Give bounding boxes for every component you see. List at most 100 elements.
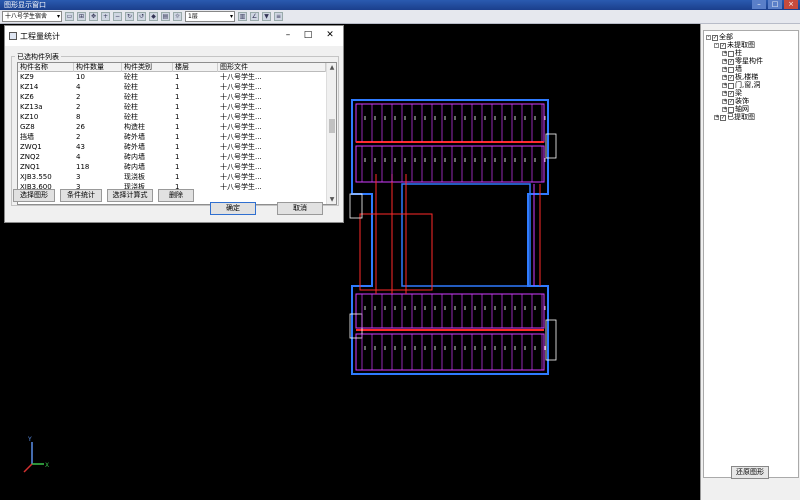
expand-icon[interactable]: + [722,51,727,56]
pan-icon[interactable]: ✥ [89,12,98,21]
select-formula-button[interactable]: 选择计算式 [107,189,153,202]
component-tree[interactable]: - ✓ 全部 - ✓ 未提取图 + 柱 + ✓ 零星构件 + 墙 + ✓ 板,楼梯 + 门,窗,洞 + ✓ 梁 + ✓ 装饰 +… [703,30,799,478]
table-cell: 1 [175,173,180,181]
zoom-all-icon[interactable]: ⊞ [77,12,86,21]
tree-checkbox[interactable] [728,82,734,89]
tree-checkbox[interactable] [728,50,734,57]
table-row[interactable]: ZNQ1 118 砖内墙 1 十八号学生... [18,163,326,172]
table-cell: 10 [76,73,85,81]
column-header[interactable]: 图形文件 [218,63,326,72]
column-header[interactable]: 楼层 [173,63,218,72]
scroll-thumb[interactable] [329,119,335,133]
table-row[interactable]: KZ6 2 砼柱 1 十八号学生... [18,93,326,102]
tree-checkbox[interactable]: ✓ [720,114,726,121]
chevron-down-icon: ▾ [56,13,60,20]
zoom-in-icon[interactable]: + [101,12,110,21]
expand-icon[interactable]: + [722,59,727,64]
maximize-icon[interactable]: □ [301,30,315,40]
scroll-up-icon[interactable]: ▲ [327,63,336,72]
select-shape-button[interactable]: 选择图形 [13,189,55,202]
chart-icon[interactable]: ▥ [238,12,247,21]
table-cell: 砖外墙 [124,133,145,141]
cancel-button[interactable]: 取消 [277,202,323,215]
tree-checkbox[interactable]: ✓ [728,74,734,81]
table-row[interactable]: XJB3.550 3 现浇板 1 十八号学生... [18,173,326,182]
measure-icon[interactable]: ∠ [250,12,259,21]
table-cell: 砖外墙 [124,143,145,151]
tree-checkbox[interactable]: ✓ [728,98,734,105]
table-row[interactable]: ZWQ1 43 砖外墙 1 十八号学生... [18,143,326,152]
zoom-window-icon[interactable]: ▭ [65,12,74,21]
column-header[interactable]: 构件数量 [74,63,122,72]
table-row[interactable]: KZ9 10 砼柱 1 十八号学生... [18,73,326,82]
collapse-icon[interactable]: - [706,35,711,40]
restore-graphics-button[interactable]: 还原图形 [731,466,769,479]
floor-select[interactable]: 1层 ▾ [185,11,235,22]
floor-select-value: 1层 [188,13,198,20]
component-grid[interactable]: 构件名称 构件数量 构件类别 楼层 图形文件 KZ9 10 砼柱 1 十八号学生... KZ14 4… [17,62,337,205]
table-row[interactable]: ZNQ2 4 砖内墙 1 十八号学生... [18,153,326,162]
stats-icon[interactable]: ≡ [274,12,283,21]
toolbar: 十八号学生宿舍 ▾ ▭ ⊞ ✥ + − ↻ ↺ ◆ ▤ ☼ 1层 ▾ ▥ ∠ ▼… [0,10,800,24]
delete-button[interactable]: 删除 [158,189,194,202]
filter-icon[interactable]: ▼ [262,12,271,21]
table-cell: 1 [175,143,180,151]
tree-checkbox[interactable] [728,106,734,113]
minimize-icon[interactable]: – [752,0,766,9]
project-select-value: 十八号学生宿舍 [5,13,48,20]
expand-icon[interactable]: + [714,115,719,120]
dialog-app-icon [9,32,17,40]
table-row[interactable]: KZ10 8 砼柱 1 十八号学生... [18,113,326,122]
redraw-icon[interactable]: ↺ [137,12,146,21]
minimize-icon[interactable]: – [281,30,295,40]
table-cell: 1 [175,123,180,131]
tree-item[interactable]: + ✓ 已提取图 [714,113,755,122]
view-3d-icon[interactable]: ◆ [149,12,158,21]
table-row[interactable]: KZ13a 2 砼柱 1 十八号学生... [18,103,326,112]
expand-icon[interactable]: + [722,67,727,72]
table-cell: 十八号学生... [220,123,262,131]
table-cell: 十八号学生... [220,133,262,141]
tree-checkbox[interactable] [728,66,734,73]
expand-icon[interactable]: + [722,83,727,88]
table-cell: KZ9 [20,73,34,81]
table-cell: 砼柱 [124,103,138,111]
tree-checkbox[interactable]: ✓ [728,58,734,65]
expand-icon[interactable]: + [722,107,727,112]
table-cell: ZNQ1 [20,163,40,171]
grid-header: 构件名称 构件数量 构件类别 楼层 图形文件 [18,63,326,72]
tree-checkbox[interactable]: ✓ [728,90,734,97]
close-icon[interactable]: × [784,0,798,9]
expand-icon[interactable]: + [722,75,727,80]
table-cell: 4 [76,83,81,91]
rotate-icon[interactable]: ↻ [125,12,134,21]
table-row[interactable]: GZ8 26 构造柱 1 十八号学生... [18,123,326,132]
tree-checkbox[interactable]: ✓ [720,42,726,49]
maximize-icon[interactable]: □ [768,0,782,9]
column-header[interactable]: 构件类别 [122,63,173,72]
bulb-icon[interactable]: ☼ [173,12,182,21]
table-cell: 1 [175,133,180,141]
close-icon[interactable]: ✕ [323,30,337,40]
ok-button[interactable]: 确定 [210,202,256,215]
table-row[interactable]: KZ14 4 砼柱 1 十八号学生... [18,83,326,92]
scroll-down-icon[interactable]: ▼ [327,195,336,204]
expand-icon[interactable]: + [722,99,727,104]
table-cell: 砼柱 [124,113,138,121]
table-row[interactable]: 挡墙 2 砖外墙 1 十八号学生... [18,133,326,142]
table-cell: 十八号学生... [220,143,262,151]
expand-icon[interactable]: + [722,91,727,96]
table-cell: 十八号学生... [220,103,262,111]
zoom-out-icon[interactable]: − [113,12,122,21]
window-controls: – □ × [752,0,798,9]
table-cell: 1 [175,113,180,121]
collapse-icon[interactable]: - [714,43,719,48]
table-cell: 118 [76,163,90,171]
column-header[interactable]: 构件名称 [18,63,74,72]
chevron-down-icon: ▾ [229,13,233,20]
tree-checkbox[interactable]: ✓ [712,34,718,41]
vertical-scrollbar[interactable]: ▲ ▼ [326,63,336,204]
project-select[interactable]: 十八号学生宿舍 ▾ [2,11,62,22]
condition-stats-button[interactable]: 条件统计 [60,189,102,202]
layer-icon[interactable]: ▤ [161,12,170,21]
